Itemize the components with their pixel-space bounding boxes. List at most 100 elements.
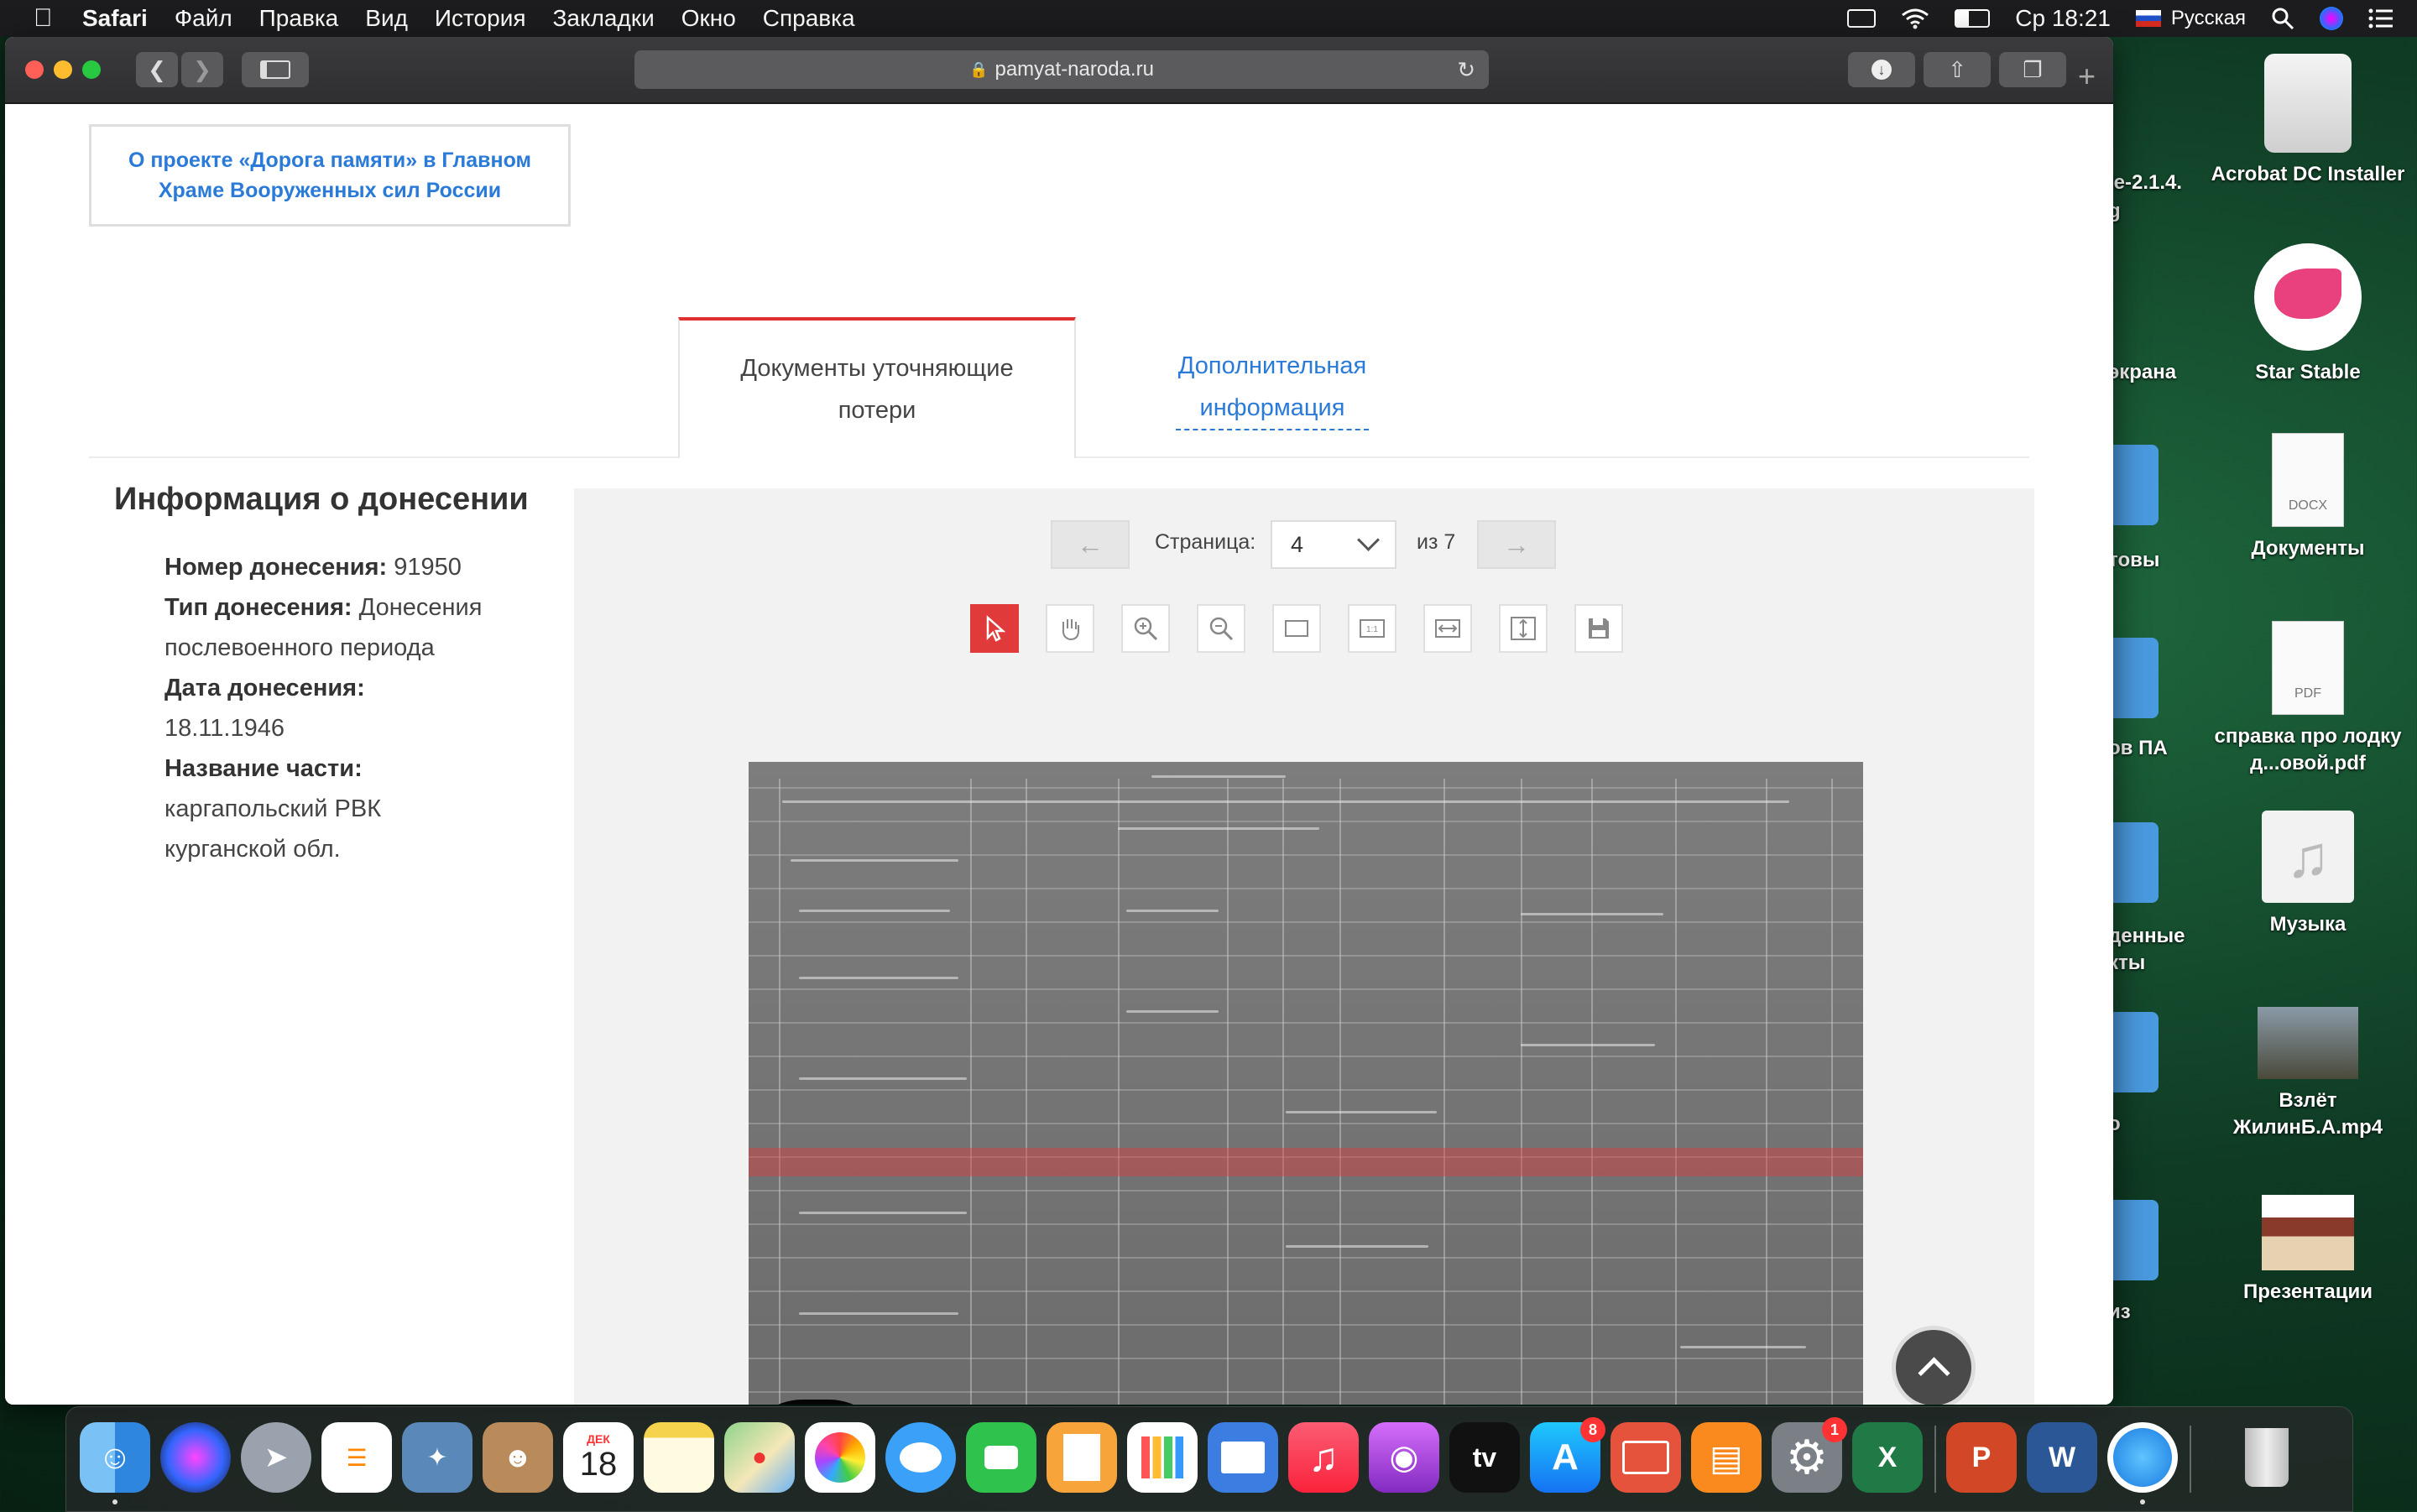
word-icon: W [2048,1441,2076,1473]
menu-window[interactable]: Окно [681,5,736,32]
next-page-button[interactable]: → [1477,520,1556,569]
dock-app-store[interactable]: A 8 [1530,1417,1605,1493]
tool-fit-width-button[interactable] [1423,604,1472,653]
menu-edit[interactable]: Правка [259,5,339,32]
close-window-button[interactable] [25,60,44,79]
tool-fit-page-button[interactable] [1272,604,1321,653]
new-tab-button[interactable]: + [2078,59,2096,94]
notification-center-icon[interactable] [2368,8,2394,29]
dock-trash[interactable] [2232,1422,2302,1493]
reload-icon[interactable]: ↻ [1457,57,1475,83]
folder-icon[interactable] [2106,822,2159,903]
desktop-icon-star-stable[interactable]: Star Stable [2207,243,2409,386]
downloads-button[interactable]: ↓ [1848,52,1915,87]
page-select[interactable]: 4 [1271,520,1396,569]
finder-icon: ☺ [97,1438,133,1476]
desktop-icon-acrobat[interactable]: Acrobat DC Installer [2207,54,2409,188]
keyboard-icon[interactable] [1847,9,1877,28]
cursor-icon [986,615,1006,642]
doc-column-line [1591,779,1593,1405]
sidebar-toggle-button[interactable] [242,52,309,87]
dock-remote-desktop[interactable] [1610,1422,1681,1493]
wifi-icon[interactable] [1901,8,1929,29]
share-button[interactable]: ⇧ [1924,52,1991,87]
tool-fit-height-button[interactable] [1499,604,1548,653]
scanned-document-image[interactable] [749,762,1863,1405]
dock-contacts[interactable]: ☻ [483,1422,553,1493]
dock-powerpoint[interactable]: P [1946,1422,2017,1493]
dock-excel[interactable]: X [1852,1422,1923,1493]
dock-books[interactable]: ▤ [1691,1422,1762,1493]
battery-icon[interactable] [1955,9,1991,28]
menubar-clock[interactable]: Ср 18:21 [2015,5,2111,32]
tool-pan-button[interactable] [1046,604,1094,653]
dock-pages[interactable] [1047,1422,1117,1493]
folder-icon[interactable] [2106,1012,2159,1092]
scroll-to-top-button[interactable] [1892,1326,1976,1405]
tool-zoom-out-button[interactable] [1197,604,1245,653]
doc-handwriting [799,1312,958,1315]
menu-view[interactable]: Вид [365,5,408,32]
desktop-icon-documents[interactable]: DOCX Документы [2207,433,2409,562]
dock-calendar[interactable]: ДЕК 18 [563,1422,634,1493]
page-content: О проекте «Дорога памяти» в Главном Храм… [5,104,2113,1405]
menu-help[interactable]: Справка [763,5,855,32]
back-button[interactable]: ❮ [136,52,178,87]
folder-icon[interactable] [2106,1200,2159,1280]
folder-icon[interactable] [2106,638,2159,718]
dock-apple-tv[interactable]: tv [1449,1422,1520,1493]
zoom-window-button[interactable] [82,60,101,79]
star-stable-icon [2254,243,2362,351]
menu-history[interactable]: История [435,5,526,32]
desktop-icon-music[interactable]: ♫ Музыка [2207,811,2409,938]
folder-icon[interactable] [2106,445,2159,525]
tool-actual-size-button[interactable]: 1:1 [1348,604,1396,653]
dock-maps[interactable]: ● [724,1422,795,1493]
dock-numbers[interactable] [1127,1422,1198,1493]
dock-notes[interactable] [644,1422,714,1493]
docx-file-icon: DOCX [2272,433,2344,527]
excel-icon: X [1877,1441,1898,1473]
dock-messages[interactable] [885,1422,956,1493]
dock-reminders[interactable]: ☰ [321,1422,392,1493]
apple-icon[interactable]:  [34,6,57,31]
dock-siri[interactable] [160,1422,231,1493]
tool-zoom-in-button[interactable] [1121,604,1170,653]
dock-finder[interactable]: ☺ [80,1422,150,1493]
dock-launchpad[interactable]: ➤ [241,1422,311,1493]
input-source[interactable]: Русская [2135,7,2246,30]
desktop-icon-pdf[interactable]: PDF справка про лодку д...овой.pdf [2207,621,2409,777]
dock-mail-stamp[interactable]: ✦ [402,1422,472,1493]
spotlight-icon[interactable] [2271,7,2294,30]
project-link[interactable]: О проекте «Дорога памяти» в Главном Храм… [89,124,571,227]
forward-button[interactable]: ❯ [181,52,223,87]
dock-photos[interactable] [805,1422,875,1493]
report-type-label: Тип донесения: [164,594,352,621]
dock: ☺ ➤ ☰ ✦ ☻ ДЕК 18 ● ♫ ◉ tv A 8 ▤ ⚙ 1 X P … [65,1406,2353,1512]
dock-music[interactable]: ♫ [1288,1422,1359,1493]
prev-page-button[interactable]: ← [1051,520,1130,569]
desktop-icon-presentations[interactable]: Презентации [2207,1195,2409,1306]
desktop-icon-video[interactable]: Взлёт ЖилинБ.А.mp4 [2207,1007,2409,1141]
dock-podcasts[interactable]: ◉ [1369,1422,1439,1493]
tab-loss-documents[interactable]: Документы уточняющие потери [678,317,1076,458]
tool-select-button[interactable] [970,604,1019,653]
tool-save-button[interactable] [1574,604,1623,653]
dock-facetime[interactable] [966,1422,1036,1493]
partial-label: денные [2108,925,2185,947]
menu-bookmarks[interactable]: Закладки [553,5,655,32]
powerpoint-icon: P [1971,1441,1992,1473]
dock-word[interactable]: W [2027,1422,2097,1493]
tabs-overview-button[interactable]: ❐ [1999,52,2066,87]
dock-system-preferences[interactable]: ⚙ 1 [1772,1417,1847,1493]
address-bar[interactable]: 🔒 pamyat-naroda.ru ↻ [634,50,1489,89]
dock-safari[interactable] [2107,1422,2178,1493]
minimize-window-button[interactable] [54,60,72,79]
menu-file[interactable]: Файл [175,5,232,32]
dock-keynote[interactable] [1208,1422,1278,1493]
siri-icon[interactable] [2320,7,2343,30]
tab-additional-info[interactable]: Дополнительная информация [1088,317,1457,458]
menu-app-name[interactable]: Safari [82,5,148,32]
running-indicator [112,1499,117,1504]
desktop-icon-label: Презентации [2242,1280,2373,1303]
